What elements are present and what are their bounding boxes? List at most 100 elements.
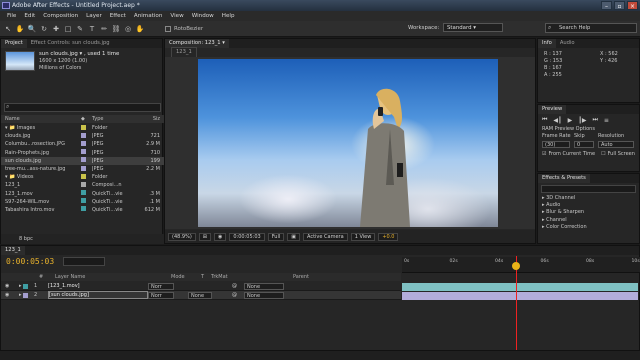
tab-audio[interactable]: Audio — [556, 39, 579, 48]
column-type[interactable]: Type — [92, 116, 135, 122]
playback-control-icon[interactable]: ⏮ — [542, 116, 547, 124]
effect-category[interactable]: ▸ Audio — [538, 202, 639, 209]
tool-icon[interactable]: ✋ — [15, 24, 25, 34]
effect-category[interactable]: ▸ Channel — [538, 217, 639, 224]
column-name[interactable]: Name — [1, 116, 81, 122]
parent-pickwhip-icon[interactable]: @ — [232, 292, 240, 298]
parent-dropdown[interactable]: None — [244, 291, 284, 299]
layer-duration-bar[interactable] — [402, 292, 638, 300]
label-color-swatch[interactable] — [81, 173, 92, 181]
workspace-select[interactable]: Standard ▾ — [443, 23, 503, 32]
column-size[interactable]: Siz — [135, 116, 160, 122]
blend-mode-dropdown[interactable]: Norr — [148, 291, 174, 299]
tool-icon[interactable]: ↖ — [3, 24, 13, 34]
layer-label-swatch[interactable] — [23, 283, 28, 289]
tool-icon[interactable]: ↻ — [39, 24, 49, 34]
menu-help[interactable]: Help — [218, 11, 239, 21]
menu-composition[interactable]: Composition — [39, 11, 82, 21]
label-color-swatch[interactable] — [81, 140, 92, 148]
project-item-row[interactable]: S97-264-WIL.mov QuickTi...vie .1 M — [1, 198, 164, 206]
project-item-row[interactable]: 123_1 Composi...n — [1, 181, 164, 189]
magnification-dropdown[interactable]: (48.9%) — [168, 232, 196, 241]
track-matte-dropdown[interactable]: None — [188, 291, 212, 299]
tab-timeline-comp[interactable]: 123_1 — [1, 246, 25, 255]
current-time-display[interactable]: 0:00:05:03 — [229, 232, 265, 241]
column-label-icon[interactable]: ◆ — [81, 116, 92, 122]
resolution-dropdown[interactable]: Auto — [598, 141, 634, 148]
menu-file[interactable]: File — [3, 11, 20, 21]
blend-mode-dropdown[interactable]: Norr — [148, 282, 174, 290]
playback-control-icon[interactable]: ◀┃ — [553, 117, 561, 124]
layer-duration-bar[interactable] — [402, 283, 638, 291]
label-color-swatch[interactable] — [81, 165, 92, 173]
from-current-time-checkbox[interactable]: ☑ — [542, 151, 546, 158]
visibility-eye-icon[interactable]: ◉ — [1, 283, 9, 289]
layer-name[interactable]: [123_1.mov] — [48, 283, 148, 289]
menu-view[interactable]: View — [166, 11, 187, 21]
layer-label-swatch[interactable] — [23, 292, 28, 298]
project-item-row[interactable]: Rain-Prophets.jpg JPEG 710 — [1, 149, 164, 157]
label-color-swatch[interactable] — [81, 181, 92, 189]
label-color-swatch[interactable] — [81, 157, 92, 164]
tool-icon[interactable]: 🔍 — [27, 24, 37, 34]
grid-icon[interactable]: ⊞ — [198, 232, 211, 241]
menu-edit[interactable]: Edit — [20, 11, 39, 21]
menu-layer[interactable]: Layer — [82, 11, 106, 21]
playhead-line[interactable] — [516, 256, 517, 360]
camera-view-dropdown[interactable]: Active Camera — [303, 232, 348, 241]
camera-snapshot-icon[interactable]: ◉ — [214, 232, 227, 241]
timeline-layer-row[interactable]: ◉ ▸ 1 [123_1.mov] Norr @ None — [1, 282, 401, 291]
project-item-row[interactable]: ▾ 📁 Videos Folder — [1, 173, 164, 181]
tool-icon[interactable]: ✚ — [51, 24, 61, 34]
tool-icon[interactable]: ⛓ — [111, 24, 121, 34]
effect-category[interactable]: ▸ Blur & Sharpen — [538, 209, 639, 216]
full-screen-checkbox[interactable]: ☐ — [601, 151, 605, 158]
expand-arrow-icon[interactable]: ▸ — [9, 283, 23, 289]
time-ruler[interactable]: 0s 02s 04s 06s 08s 10s — [402, 257, 640, 273]
menu-animation[interactable]: Animation — [130, 11, 167, 21]
bit-depth-button[interactable]: 8 bpc — [19, 236, 33, 242]
tool-icon[interactable]: □ — [63, 24, 73, 34]
rotobezier-checkbox[interactable] — [165, 25, 171, 32]
frame-rate-dropdown[interactable]: (30) — [542, 141, 570, 148]
expand-arrow-icon[interactable]: ▸ — [9, 292, 23, 298]
resolution-dropdown[interactable]: Full — [267, 232, 285, 241]
layer-name[interactable]: [sun clouds.jpg] — [48, 291, 148, 299]
project-search-input[interactable] — [4, 103, 161, 112]
project-item-row[interactable]: Columbu...rosection.JPG JPEG 2.9 M — [1, 140, 164, 148]
playback-control-icon[interactable]: ≡ — [604, 117, 609, 124]
skip-dropdown[interactable]: 0 — [574, 141, 594, 148]
tab-preview[interactable]: Preview — [538, 105, 567, 114]
playback-control-icon[interactable]: ⏭ — [593, 116, 598, 124]
parent-pickwhip-icon[interactable]: @ — [232, 283, 240, 289]
project-item-row[interactable]: Tabashira Intro.mov QuickTi...vie 612 M — [1, 206, 164, 214]
label-color-swatch[interactable] — [81, 206, 92, 213]
playback-control-icon[interactable]: ▶ — [568, 117, 573, 124]
label-color-swatch[interactable] — [81, 132, 92, 140]
menu-effect[interactable]: Effect — [106, 11, 130, 21]
menu-window[interactable]: Window — [188, 11, 218, 21]
visibility-eye-icon[interactable]: ◉ — [1, 292, 9, 298]
project-item-row[interactable]: tree-mu...ass-nature.jpg JPEG 2.2 M — [1, 165, 164, 173]
tab-info[interactable]: Info — [538, 39, 556, 48]
project-item-row[interactable]: sun clouds.jpg JPEG 199 — [1, 156, 164, 165]
exposure-value[interactable]: +0.0 — [378, 232, 399, 241]
timeline-search-input[interactable] — [63, 257, 105, 266]
tab-effect-controls[interactable]: Effect Controls: sun clouds.jpg — [27, 39, 114, 48]
effect-category[interactable]: ▸ 3D Channel — [538, 195, 639, 202]
project-item-row[interactable]: ▾ 📁 Images Folder — [1, 124, 164, 132]
project-item-row[interactable]: 123_1.mov QuickTi...vie .3 M — [1, 190, 164, 198]
timeline-current-time[interactable]: 0:00:05:03 — [6, 257, 54, 266]
label-color-swatch[interactable] — [81, 149, 92, 156]
current-time-indicator[interactable] — [512, 262, 520, 270]
maximize-button[interactable]: ▫ — [614, 1, 625, 10]
tool-icon[interactable]: ✏ — [99, 24, 109, 34]
tool-icon[interactable]: ✋ — [135, 24, 145, 34]
ram-preview-options[interactable]: RAM Preview Options — [538, 126, 639, 133]
tool-icon[interactable]: T — [87, 24, 97, 34]
playback-control-icon[interactable]: ┃▶ — [578, 117, 586, 124]
minimize-button[interactable]: – — [601, 1, 612, 10]
close-button[interactable]: × — [627, 1, 638, 10]
effects-search-input[interactable] — [541, 185, 636, 193]
tab-effects-presets[interactable]: Effects & Presets — [538, 174, 590, 183]
